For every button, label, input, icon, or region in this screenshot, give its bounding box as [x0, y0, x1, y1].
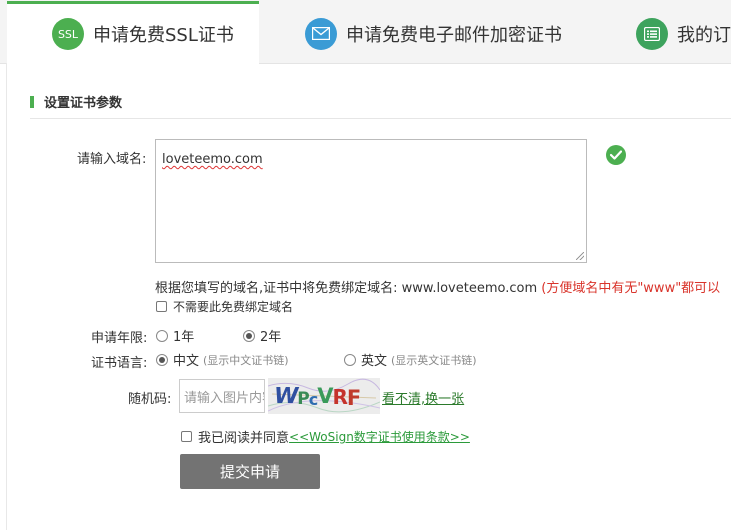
- years-option-2[interactable]: 2年: [243, 326, 281, 345]
- years-radio-2[interactable]: [243, 329, 255, 342]
- agree-checkbox[interactable]: [181, 431, 192, 442]
- refresh-captcha-link[interactable]: 看不清,换一张: [382, 388, 464, 407]
- years-option-1[interactable]: 1年: [156, 326, 194, 345]
- domain-value: loveteemo.com: [162, 152, 263, 167]
- tab-free-ssl[interactable]: SSL 申请免费SSL证书: [7, 1, 259, 64]
- agree-label: 我已阅读并同意: [198, 431, 290, 446]
- tab-bar: SSL 申请免费SSL证书 申请免费电子邮件加密证书 我的订单: [0, 0, 731, 64]
- tab-label: 申请免费电子邮件加密证书: [346, 24, 562, 46]
- section-header: 设置证书参数: [30, 92, 122, 111]
- language-label: 证书语言:: [91, 356, 148, 371]
- domain-label: 请输入域名:: [77, 152, 147, 167]
- years-option-label: 1年: [173, 330, 195, 345]
- domain-textarea[interactable]: loveteemo.com: [155, 139, 587, 263]
- ssl-icon: SSL: [52, 18, 84, 50]
- language-option-hint: (显示英文证书链): [391, 353, 477, 367]
- no-bind-label: 不需要此免费绑定域名: [173, 300, 294, 314]
- submit-button[interactable]: 提交申请: [180, 454, 320, 489]
- bind-note: 根据您填写的域名,证书中将免费绑定域名: www.loveteemo.com (…: [155, 277, 720, 296]
- captcha-image-text: WPcVRF: [271, 383, 361, 411]
- terms-link[interactable]: <<WoSign数字证书使用条款>>: [289, 428, 470, 445]
- resize-handle[interactable]: [576, 252, 584, 260]
- language-radio-en[interactable]: [344, 353, 356, 366]
- mail-icon: [305, 17, 337, 50]
- tab-free-email-cert[interactable]: 申请免费电子邮件加密证书: [305, 4, 562, 63]
- check-icon: [606, 145, 626, 165]
- captcha-label: 随机码:: [128, 392, 172, 407]
- no-bind-option: 不需要此免费绑定域名: [156, 298, 293, 315]
- language-radio-zh[interactable]: [156, 353, 168, 366]
- divider: [30, 118, 731, 119]
- tab-label: 申请免费SSL证书: [93, 25, 234, 46]
- bind-note-warning: (方便域名中有无"www"都可以: [541, 281, 721, 296]
- years-radio-1[interactable]: [156, 329, 168, 342]
- captcha-input[interactable]: 请输入图片内容: [179, 379, 265, 413]
- language-option-label: 中文: [173, 354, 200, 369]
- bind-note-text: 根据您填写的域名,证书中将免费绑定域名: www.loveteemo.com: [155, 281, 542, 296]
- section-title: 设置证书参数: [44, 96, 123, 111]
- years-label: 申请年限:: [91, 331, 148, 346]
- tab-label: 我的订单: [677, 24, 731, 46]
- captcha-placeholder: 请输入图片内容: [184, 390, 264, 406]
- language-option-hint: (显示中文证书链): [203, 353, 289, 367]
- language-option-label: 英文: [361, 354, 388, 369]
- no-bind-checkbox[interactable]: [156, 301, 167, 312]
- tab-my-orders[interactable]: 我的订单: [636, 4, 731, 63]
- language-option-en[interactable]: 英文 (显示英文证书链): [344, 350, 477, 369]
- captcha-image[interactable]: WPcVRF: [268, 378, 380, 414]
- language-option-zh[interactable]: 中文 (显示中文证书链): [156, 350, 289, 369]
- years-option-label: 2年: [260, 330, 282, 345]
- section-accent-bar: [30, 95, 34, 108]
- agree-row: 我已阅读并同意 <<WoSign数字证书使用条款>>: [181, 427, 470, 446]
- list-icon: [636, 17, 668, 50]
- panel-border: [6, 63, 7, 530]
